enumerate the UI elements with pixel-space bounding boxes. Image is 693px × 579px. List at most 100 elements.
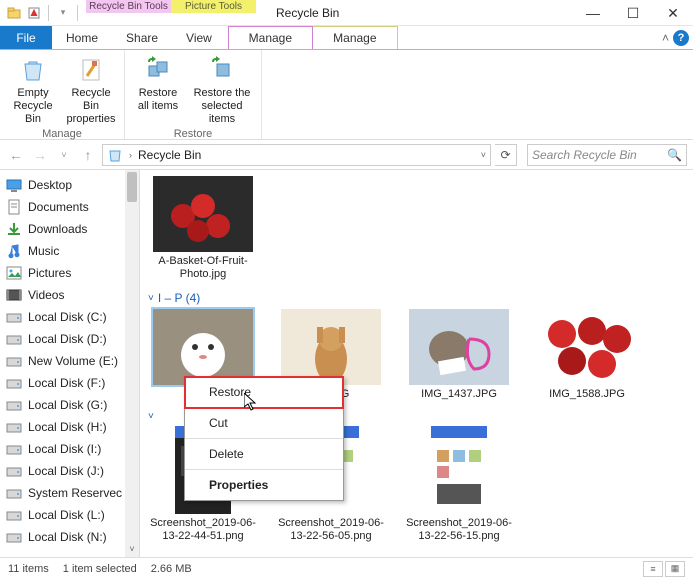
tab-file[interactable]: File (0, 26, 52, 49)
icons-view-button[interactable]: ▦ (665, 561, 685, 577)
thumbnail (153, 309, 253, 385)
file-label: Screenshot_2019-06-13-22-56-05.png (276, 517, 386, 543)
sidebar-item-label: System Reservec (28, 486, 122, 500)
maximize-button[interactable]: ☐ (613, 0, 653, 26)
disk-icon (6, 375, 22, 391)
context-menu-item-properties[interactable]: Properties (185, 470, 343, 500)
collapse-ribbon-icon[interactable]: ˄ (662, 31, 669, 45)
sidebar-item[interactable]: Documents (0, 196, 139, 218)
sidebar-item[interactable]: Local Disk (J:) (0, 460, 139, 482)
sidebar-item[interactable]: Local Disk (I:) (0, 438, 139, 460)
quick-access-toolbar: ▾ (0, 0, 86, 25)
help-icon[interactable]: ? (673, 30, 689, 46)
sidebar-item-label: Local Disk (F:) (28, 376, 105, 390)
music-icon (6, 243, 22, 259)
properties-icon[interactable] (26, 5, 42, 21)
video-icon (6, 287, 22, 303)
recycle-bin-properties-button[interactable]: Recycle Bin properties (62, 52, 120, 128)
status-size: 2.66 MB (151, 563, 192, 575)
file-item[interactable]: IMG_1437.JPG (404, 309, 514, 401)
contextual-tab-header: Picture Tools (171, 0, 256, 13)
context-menu-item-restore[interactable]: Restore (185, 377, 343, 408)
close-button[interactable]: ✕ (653, 0, 693, 26)
titlebar: ▾ Recycle Bin Tools Picture Tools Recycl… (0, 0, 693, 26)
context-menu-item-cut[interactable]: Cut (185, 408, 343, 439)
sidebar-item[interactable]: System Reservec (0, 482, 139, 504)
sidebar-item[interactable]: Local Disk (L:) (0, 504, 139, 526)
sidebar-item[interactable]: Local Disk (G:) (0, 394, 139, 416)
chevron-down-icon: ˅ (148, 293, 154, 304)
thumbnail (281, 309, 381, 385)
sidebar-item-label: Local Disk (G:) (28, 398, 107, 412)
recycle-bin-empty-icon (19, 56, 47, 84)
disk-icon (6, 397, 22, 413)
restore-selected-items-button[interactable]: Restore the selected items (187, 52, 257, 128)
sidebar-item[interactable]: Videos (0, 284, 139, 306)
restore-all-icon (144, 56, 172, 84)
empty-recycle-bin-button[interactable]: Empty Recycle Bin (4, 52, 62, 128)
address-bar[interactable]: › Recycle Bin ˅ (102, 144, 491, 166)
file-label: IMG_1437.JPG (421, 388, 497, 401)
overflow-icon[interactable]: ▾ (55, 5, 71, 21)
breadcrumb-chevron-icon[interactable]: › (129, 150, 132, 160)
sidebar-item-label: Local Disk (H:) (28, 420, 107, 434)
address-dropdown-icon[interactable]: ˅ (481, 150, 486, 160)
refresh-button[interactable]: ⟳ (495, 144, 517, 166)
context-menu-item-delete[interactable]: Delete (185, 439, 343, 470)
file-item[interactable]: Screenshot_2019-06-13-22-56-15.png (404, 426, 514, 543)
tab-manage-recycle-bin[interactable]: Manage (228, 26, 313, 49)
sidebar-item[interactable]: Music (0, 240, 139, 262)
details-view-button[interactable]: ≡ (643, 561, 663, 577)
minimize-button[interactable]: — (573, 0, 613, 26)
sidebar-item[interactable]: Pictures (0, 262, 139, 284)
sidebar-item[interactable]: New Volume (E:) (0, 350, 139, 372)
sidebar-scrollbar[interactable]: ˅ (125, 170, 139, 557)
disk-icon (6, 309, 22, 325)
separator (77, 5, 78, 21)
up-button[interactable]: ↑ (78, 145, 98, 165)
tab-share[interactable]: Share (112, 26, 172, 49)
tabs-row: File Home Share View Manage Manage ˄ ? (0, 26, 693, 50)
group-header[interactable]: ˅I – P (4) (148, 291, 685, 305)
disk-icon (6, 529, 22, 545)
desktop-icon (6, 177, 22, 193)
breadcrumb[interactable]: Recycle Bin (138, 148, 201, 162)
chevron-down-icon: ˅ (148, 411, 154, 422)
ribbon-group-label: Manage (42, 128, 82, 140)
file-item[interactable]: IMG_1588.JPG (532, 309, 642, 401)
sidebar-item[interactable]: Local Disk (F:) (0, 372, 139, 394)
properties-icon (77, 56, 105, 84)
search-input[interactable]: Search Recycle Bin 🔍 (527, 144, 687, 166)
search-placeholder: Search Recycle Bin (532, 148, 637, 162)
forward-button[interactable]: → (30, 145, 50, 165)
folder-icon[interactable] (6, 5, 22, 21)
button-label: Recycle Bin properties (64, 87, 118, 126)
sidebar-item[interactable]: Local Disk (C:) (0, 306, 139, 328)
sidebar-item[interactable]: Local Disk (H:) (0, 416, 139, 438)
tab-manage-picture[interactable]: Manage (313, 26, 398, 49)
status-selection: 1 item selected (63, 563, 137, 575)
window-controls: — ☐ ✕ (573, 0, 693, 25)
sidebar-item[interactable]: Local Disk (D:) (0, 328, 139, 350)
sidebar-item-label: Documents (28, 200, 89, 214)
disk-icon (6, 353, 22, 369)
context-menu: Restore Cut Delete Properties (184, 376, 344, 501)
status-item-count: 11 items (8, 563, 49, 575)
sidebar-item[interactable]: Desktop (0, 174, 139, 196)
ribbon-group-restore: Restore all items Restore the selected i… (125, 50, 262, 139)
items-row: A-Basket-Of-Fruit-Photo.jpg (148, 176, 685, 281)
thumbnail (153, 176, 253, 252)
recent-locations-button[interactable]: ˅ (54, 145, 74, 165)
restore-all-items-button[interactable]: Restore all items (129, 52, 187, 128)
tab-view[interactable]: View (172, 26, 226, 49)
sidebar-item[interactable]: Local Disk (N:) (0, 526, 139, 548)
button-label: Empty Recycle Bin (6, 87, 60, 126)
sidebar-item[interactable]: Downloads (0, 218, 139, 240)
tab-home[interactable]: Home (52, 26, 112, 49)
back-button[interactable]: ← (6, 145, 26, 165)
file-item[interactable]: A-Basket-Of-Fruit-Photo.jpg (148, 176, 258, 281)
sidebar: Desktop Documents DownloadsMusicPicturesVi… (0, 170, 140, 557)
scroll-down-icon[interactable]: ˅ (126, 544, 138, 556)
contextual-tab-recycle-bin-tools: Recycle Bin Tools (86, 0, 171, 25)
scroll-thumb[interactable] (127, 172, 137, 202)
